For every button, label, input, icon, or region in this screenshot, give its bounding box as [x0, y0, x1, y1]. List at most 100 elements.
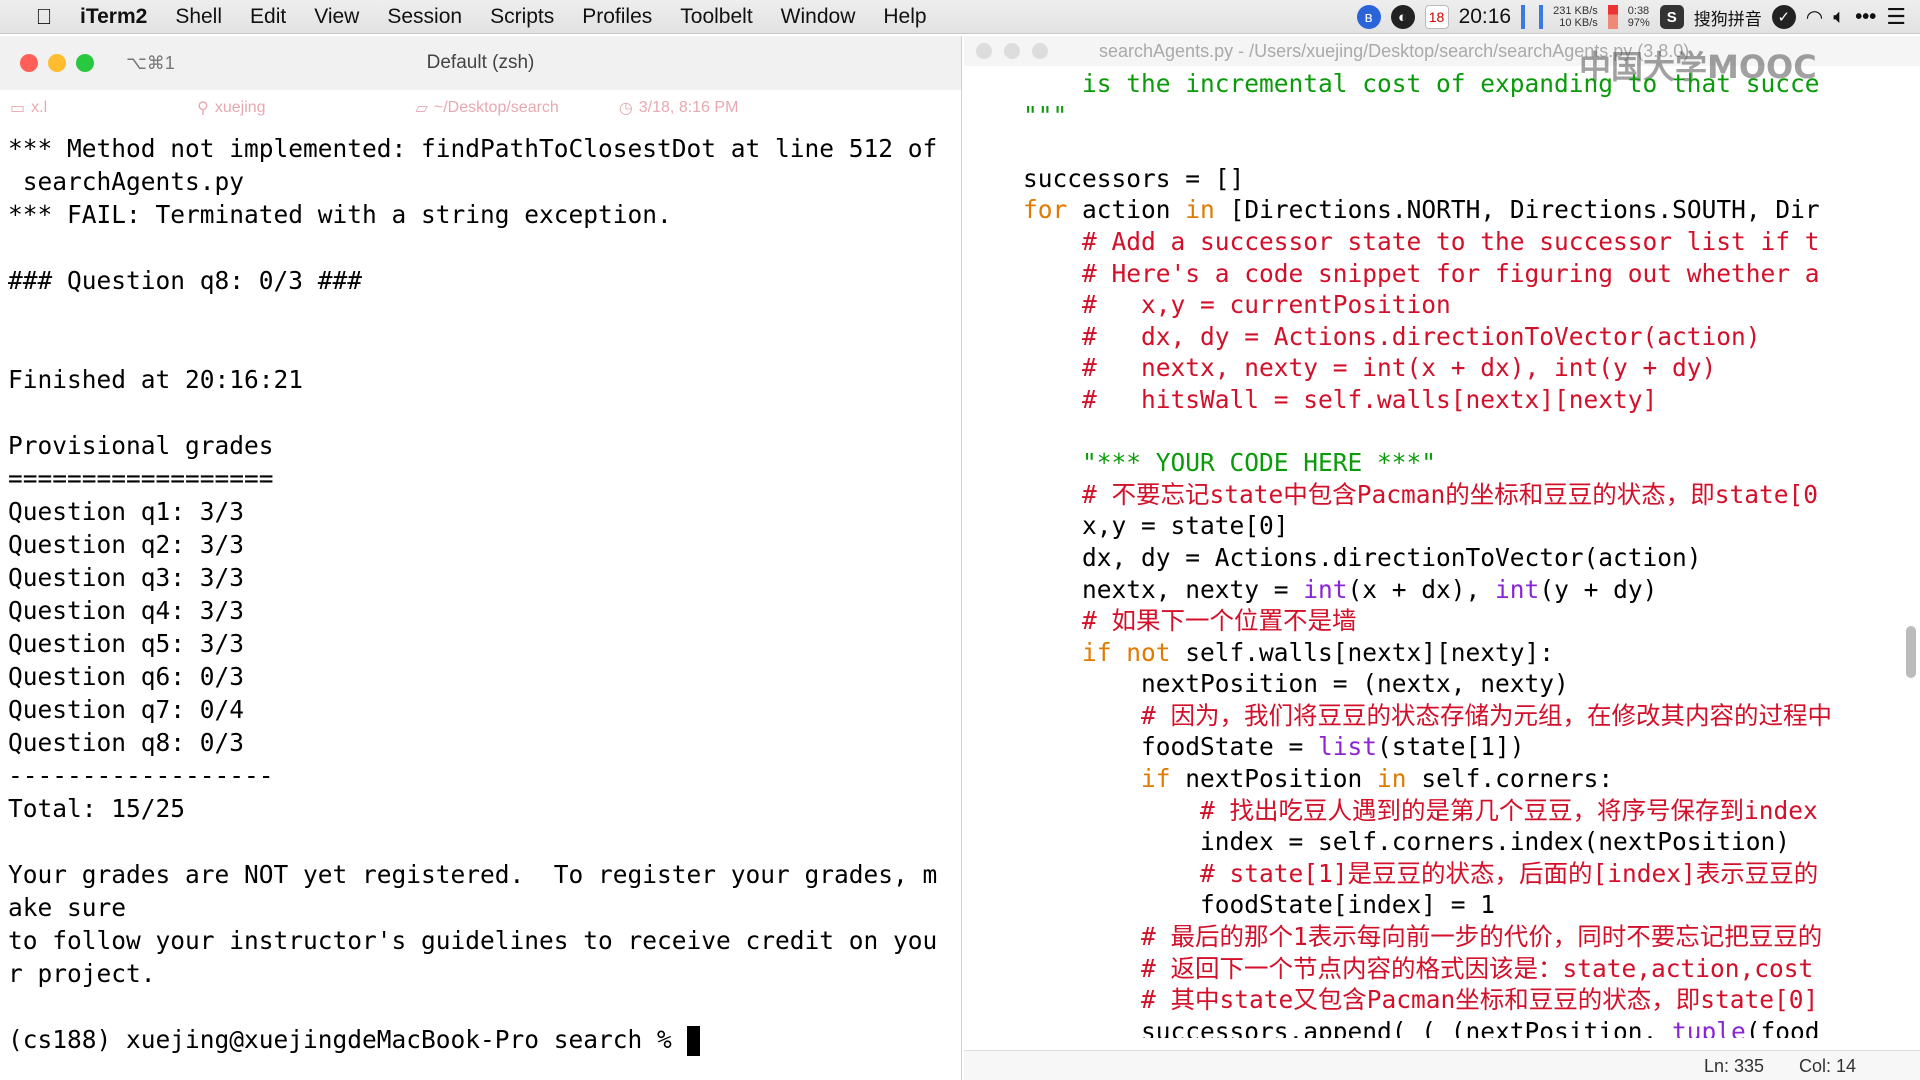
code-area[interactable]: is the incremental cost of expanding to …	[964, 68, 1904, 1038]
code-line: # state[1]是豆豆的状态，后面的[index]表示豆豆的	[964, 858, 1904, 890]
status-bar: ▭ x.l ⚲ xuejing ▱ ~/Desktop/search ◷ 3/18, 8…	[0, 90, 961, 126]
terminal-line: Question q5: 3/3	[8, 629, 245, 658]
terminal-line: Question q8: 0/3	[8, 728, 245, 757]
code-token: # dx, dy = Actions.directionToVector(act…	[964, 321, 1761, 351]
terminal-line: Question q3: 3/3	[8, 563, 245, 592]
vpn-icon[interactable]: ✓	[1771, 5, 1796, 29]
system-monitor-icon[interactable]	[1521, 5, 1544, 29]
editor-scrollbar[interactable]	[1906, 626, 1916, 678]
code-line: dx, dy = Actions.directionToVector(actio…	[964, 542, 1904, 574]
code-token: (x + dx),	[1347, 574, 1496, 604]
code-line: # hitsWall = self.walls[nextx][nexty]	[964, 384, 1904, 416]
terminal-line: r project.	[8, 959, 156, 988]
control-center-icon[interactable]: ☰	[1886, 4, 1906, 30]
code-line: # 找出吃豆人遇到的是第几个豆豆，将序号保存到index	[964, 795, 1904, 827]
code-token: list	[1318, 732, 1378, 762]
battery-info[interactable]: 0:38 97%	[1628, 5, 1650, 29]
code-token: # 其中state又包含Pacman坐标和豆豆的状态，即state[0]	[964, 985, 1819, 1015]
menu-window[interactable]: Window	[781, 5, 856, 29]
terminal-line: searchAgents.py	[8, 167, 245, 196]
terminal-line: Question q7: 0/4	[8, 695, 245, 724]
code-line: foodState[index] = 1	[964, 889, 1904, 921]
code-token: """	[964, 100, 1068, 130]
column-number: Col: 14	[1799, 1056, 1857, 1076]
apple-menu-icon[interactable]: 	[22, 4, 66, 30]
code-token: if not	[1082, 637, 1171, 667]
menu-view[interactable]: View	[314, 5, 359, 29]
code-token: successors = []	[964, 163, 1245, 193]
code-token: (y + dy)	[1539, 574, 1658, 604]
zoom-button[interactable]	[76, 54, 94, 72]
code-token: # Here's a code snippet for figuring out…	[964, 258, 1820, 288]
volume-icon[interactable]: 🔈︎	[1833, 6, 1845, 29]
code-line: if not self.walls[nextx][nexty]:	[964, 637, 1904, 669]
menu-scripts[interactable]: Scripts	[490, 5, 554, 29]
bluetooth-icon[interactable]: ʙ	[1356, 5, 1381, 29]
calendar-date-badge[interactable]: 18	[1424, 5, 1449, 29]
input-method[interactable]: 搜狗拼音	[1694, 5, 1762, 30]
tab-shortcut: ⌥⌘1	[126, 52, 175, 73]
terminal-output[interactable]: *** Method not implemented: findPathToCl…	[0, 126, 961, 1056]
menu-session[interactable]: Session	[387, 5, 462, 29]
editor-titlebar: searchAgents.py - /Users/xuejing/Desktop…	[964, 36, 1920, 86]
code-line: is the incremental cost of expanding to …	[964, 68, 1904, 100]
host-icon: ▭	[10, 100, 26, 117]
code-token: self.walls[nextx][nexty]:	[1170, 637, 1555, 667]
code-line: # x,y = currentPosition	[964, 289, 1904, 321]
menu-toolbelt[interactable]: Toolbelt	[680, 5, 752, 29]
code-line: # 不要忘记state中包含Pacman的坐标和豆豆的状态，即state[0	[964, 479, 1904, 511]
terminal-line: *** FAIL: Terminated with a string excep…	[8, 200, 672, 229]
folder-icon: ▱	[415, 100, 428, 117]
code-line: # Here's a code snippet for figuring out…	[964, 258, 1904, 290]
editor-minimize-button[interactable]	[1004, 43, 1020, 59]
app-status-icon[interactable]: ◐	[1390, 5, 1415, 29]
menu-edit[interactable]: Edit	[250, 5, 286, 29]
terminal-titlebar: ⌥⌘1 Default (zsh)	[0, 36, 961, 90]
code-line: index = self.corners.index(nextPosition)	[964, 826, 1904, 858]
code-line: # 因为，我们将豆豆的状态存储为元组，在修改其内容的过程中	[964, 700, 1904, 732]
terminal-line: Finished at 20:16:21	[8, 365, 304, 394]
net-up: 231 KB/s	[1553, 5, 1598, 17]
more-icon[interactable]: •••	[1855, 6, 1876, 29]
terminal-prompt[interactable]: (cs188) xuejing@xuejingdeMacBook-Pro sea…	[8, 1023, 953, 1056]
terminal-line: ### Question q8: 0/3 ###	[8, 266, 363, 295]
code-token: dx, dy = Actions.directionToVector(actio…	[964, 542, 1702, 572]
menu-app[interactable]: iTerm2	[80, 5, 147, 29]
menu-help[interactable]: Help	[883, 5, 926, 29]
code-line: # 返回下一个节点内容的格式因该是：state,action,cost	[964, 953, 1904, 985]
code-line: # nextx, nexty = int(x + dx), int(y + dy…	[964, 352, 1904, 384]
minimize-button[interactable]	[48, 54, 66, 72]
code-token: "*** YOUR CODE HERE ***"	[964, 448, 1437, 478]
close-button[interactable]	[20, 54, 38, 72]
code-token: # hitsWall = self.walls[nextx][nexty]	[964, 384, 1658, 414]
prompt-text: (cs188) xuejing@xuejingdeMacBook-Pro sea…	[8, 1025, 687, 1054]
code-token: x,y = state[0]	[964, 511, 1289, 541]
terminal-line: Question q1: 3/3	[8, 497, 245, 526]
editor-close-button[interactable]	[976, 43, 992, 59]
text-cursor	[686, 1026, 700, 1056]
clock-icon: ◷	[618, 100, 633, 117]
menu-profiles[interactable]: Profiles	[582, 5, 652, 29]
battery-time: 0:38	[1627, 5, 1650, 17]
sogou-icon[interactable]: S	[1659, 5, 1684, 29]
menu-shell[interactable]: Shell	[175, 5, 222, 29]
code-token: # nextx, nexty = int(x + dx), int(y + dy…	[964, 353, 1717, 383]
wifi-icon[interactable]: ◠	[1806, 5, 1823, 30]
code-token: tuple	[1672, 1016, 1746, 1038]
code-token: # 找出吃豆人遇到的是第几个豆豆，将序号保存到index	[964, 795, 1818, 825]
code-token: successors.append( ( (nextPosition,	[964, 1016, 1673, 1038]
terminal-line: ==================	[8, 464, 274, 493]
dir-badge: ~/Desktop/search	[433, 99, 559, 116]
code-token: for	[1023, 195, 1068, 225]
clock-time[interactable]: 20:16	[1459, 5, 1512, 29]
code-line: """	[964, 100, 1904, 132]
editor-zoom-button[interactable]	[1032, 43, 1048, 59]
code-token: (food	[1745, 1016, 1820, 1038]
editor-window: searchAgents.py - /Users/xuejing/Desktop…	[964, 36, 1920, 1080]
